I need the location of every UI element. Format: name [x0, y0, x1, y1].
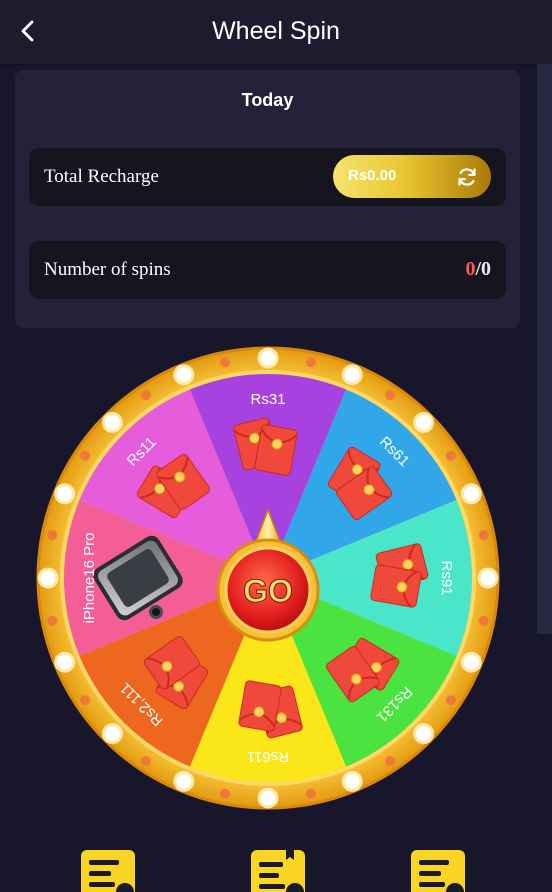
rim-dot [478, 615, 489, 626]
spins-row: Number of spins 0/0 [29, 241, 506, 299]
wheel-segment-label-6: Rs611 [247, 748, 289, 765]
page-title: Wheel Spin [212, 17, 340, 45]
rim-dot [80, 450, 91, 461]
rim-light-bulb [257, 347, 279, 369]
top-bar: Wheel Spin [0, 0, 552, 65]
records-document-icon[interactable] [410, 848, 466, 892]
total-recharge-label: Total Recharge [44, 166, 159, 187]
rim-light-bulb [101, 723, 123, 745]
prize-wheel: Rs11Rs31Rs61Rs91Rs131Rs611Rs2,111iPhone1… [36, 346, 500, 810]
refresh-icon[interactable] [455, 165, 479, 189]
rim-dot [385, 390, 396, 401]
spins-label: Number of spins [44, 259, 171, 280]
rim-light-bulb [341, 364, 363, 386]
spins-count: 0/0 [465, 258, 491, 281]
rim-dot [47, 615, 58, 626]
total-recharge-value: Rs0.00 [348, 167, 397, 184]
rim-light-bulb [341, 770, 363, 792]
wheel-segment-label-8: iPhone16 Pro [81, 533, 98, 624]
total-recharge-pill: Rs0.00 [333, 155, 491, 198]
spins-used: 0 [465, 258, 476, 280]
rim-dot [305, 788, 316, 799]
rim-light-bulb [257, 787, 279, 809]
rim-light-bulb [413, 723, 435, 745]
today-card: Today Total Recharge Rs0.00 Number of sp… [15, 70, 520, 328]
wheel-segment-label-2: Rs31 [250, 391, 285, 408]
rim-light-bulb [101, 411, 123, 433]
rim-dot [305, 357, 316, 368]
rim-dot [385, 755, 396, 766]
rim-dot [445, 450, 456, 461]
history-document-icon[interactable] [250, 848, 306, 892]
scrollbar[interactable] [537, 64, 552, 634]
rim-light-bulb [54, 483, 76, 505]
spins-total: 0 [481, 258, 491, 280]
rim-dot [140, 390, 151, 401]
rules-document-icon[interactable] [80, 848, 136, 892]
rim-dot [140, 755, 151, 766]
rim-dot [47, 530, 58, 541]
rim-light-bulb [460, 483, 482, 505]
rim-dot [478, 530, 489, 541]
rim-dot [445, 695, 456, 706]
rim-dot [80, 695, 91, 706]
rim-dot [220, 357, 231, 368]
total-recharge-row: Total Recharge Rs0.00 [29, 148, 506, 206]
rim-light-bulb [173, 364, 195, 386]
rim-light-bulb [54, 651, 76, 673]
rim-light-bulb [413, 411, 435, 433]
rim-light-bulb [460, 651, 482, 673]
today-title: Today [241, 90, 294, 110]
rim-light-bulb [173, 770, 195, 792]
rim-light-bulb [37, 567, 59, 589]
rim-light-bulb [477, 567, 499, 589]
go-label: GO [243, 573, 293, 609]
rim-dot [220, 788, 231, 799]
wheel-segment-label-4: Rs91 [438, 560, 455, 595]
